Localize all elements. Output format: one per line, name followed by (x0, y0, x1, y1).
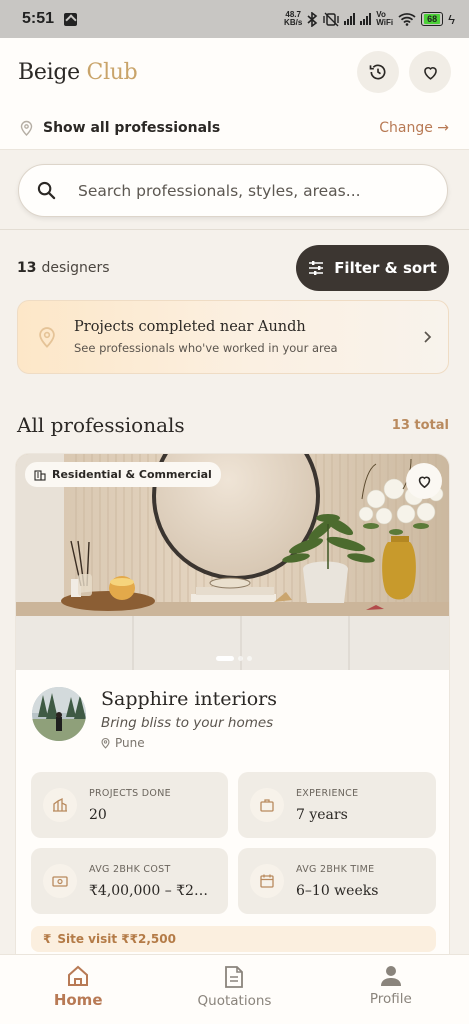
section-header: All professionals 13 total (17, 408, 449, 442)
promo-subtitle: See professionals who've worked in your … (74, 341, 338, 355)
search-input[interactable]: Search professionals, styles, areas... (18, 164, 448, 217)
avatar (32, 687, 86, 741)
status-bar: 5:51 48.7 KB/s Vo WiFi 68 ϟ (0, 0, 469, 38)
results-row: 13 designers Filter & sort (17, 244, 449, 292)
nearby-projects-banner[interactable]: Projects completed near Aundh See profes… (17, 300, 449, 374)
stat-label: AVG 2BHK COST (89, 863, 171, 875)
signal-icon-2 (360, 13, 372, 25)
heart-icon (423, 66, 437, 80)
professional-card[interactable]: Residential & Commercial Sapphire interi… (15, 453, 450, 973)
professional-info: Sapphire interiors Bring bliss to your h… (32, 687, 437, 757)
status-time: 5:51 (22, 10, 55, 27)
stat-value: 6–10 weeks (296, 882, 379, 899)
promo-title: Projects completed near Aundh (74, 319, 306, 335)
stat-projects: PROJECTS DONE 20 (31, 772, 228, 838)
professional-name[interactable]: Sapphire interiors (101, 687, 277, 711)
image-pager-dots (16, 656, 449, 661)
card-favorite-button[interactable] (406, 463, 442, 499)
nav-profile[interactable]: Profile (313, 955, 469, 1024)
stat-value: 20 (89, 806, 107, 823)
nav-home[interactable]: Home (0, 955, 156, 1024)
pager-dot (246, 656, 252, 661)
briefcase-icon (260, 799, 274, 812)
signal-icon (344, 13, 356, 25)
net-speed-unit: KB/s (284, 18, 303, 27)
brand-part1: Beige (18, 59, 80, 85)
location-bar: Show all professionals Change → (0, 106, 469, 150)
nav-profile-label: Profile (369, 991, 412, 1007)
person-icon (380, 966, 401, 986)
site-visit-label: Site visit ₹₹2,500 (57, 932, 176, 946)
battery-level: 68 (424, 14, 441, 24)
site-visit-badge: ₹ Site visit ₹₹2,500 (31, 926, 436, 952)
filter-sort-label: Filter & sort (334, 259, 437, 277)
app-header: Beige Club (0, 38, 469, 106)
section-title: All professionals (17, 413, 185, 437)
stat-value: ₹4,00,000 – ₹20,... (89, 882, 216, 899)
location-pin-icon (39, 327, 55, 348)
screenshot-icon (64, 12, 78, 26)
stat-value: 7 years (296, 806, 348, 823)
category-tag: Residential & Commercial (25, 462, 221, 487)
history-icon (369, 64, 386, 80)
avatar-photo (32, 687, 86, 741)
nav-home-label: Home (53, 991, 103, 1009)
search-section: Search professionals, styles, areas... (0, 150, 469, 230)
home-icon (68, 965, 89, 986)
nav-quotations-label: Quotations (197, 993, 272, 1009)
designer-count-label: designers (41, 260, 110, 276)
pager-dot (237, 656, 243, 661)
category-tag-label: Residential & Commercial (52, 468, 212, 481)
nav-quotations[interactable]: Quotations (156, 955, 312, 1024)
pager-dot-active (215, 656, 234, 661)
stat-label: AVG 2BHK TIME (296, 863, 375, 875)
brand-logo: Beige Club (18, 59, 138, 85)
rupee-icon: ₹ (43, 932, 52, 946)
section-total: 13 total (391, 417, 449, 433)
designer-count: 13 (17, 260, 37, 276)
document-icon (225, 966, 244, 988)
cash-icon (52, 876, 68, 887)
chevron-right-icon (424, 331, 432, 343)
net-speed: 48.7 KB/s (284, 11, 302, 27)
change-location-link[interactable]: Change → (379, 120, 449, 136)
wifi-icon (398, 13, 416, 26)
history-button[interactable] (357, 51, 399, 93)
battery-icon: 68 (421, 12, 444, 26)
search-placeholder: Search professionals, styles, areas... (78, 181, 361, 200)
professional-city: Pune (101, 736, 277, 750)
brand-part2: Club (86, 59, 138, 85)
charging-icon: ϟ (448, 11, 455, 27)
building-icon (34, 469, 46, 481)
professional-tagline: Bring bliss to your homes (101, 715, 274, 731)
vowifi-label: Vo WiFi (376, 11, 393, 27)
favorites-button[interactable] (409, 51, 451, 93)
filter-sort-button[interactable]: Filter & sort (296, 245, 449, 291)
bluetooth-icon (307, 11, 318, 27)
search-icon (37, 181, 56, 200)
calendar-icon (260, 874, 274, 888)
stat-avg-cost: AVG 2BHK COST ₹4,00,000 – ₹20,... (31, 848, 228, 914)
sliders-icon (309, 261, 324, 275)
city-label: Pune (115, 736, 145, 750)
stat-label: PROJECTS DONE (89, 787, 171, 799)
heart-icon (418, 476, 430, 488)
stat-avg-time: AVG 2BHK TIME 6–10 weeks (238, 848, 436, 914)
location-pin-icon (20, 120, 33, 136)
stat-experience: EXPERIENCE 7 years (238, 772, 436, 838)
status-icons: 48.7 KB/s Vo WiFi 68 ϟ (284, 11, 455, 27)
card-image[interactable]: Residential & Commercial (16, 454, 449, 670)
location-label: Show all professionals (43, 119, 221, 136)
stat-label: EXPERIENCE (296, 787, 359, 799)
projects-icon (53, 797, 67, 812)
vowifi-bottom: WiFi (376, 18, 394, 27)
location-pin-icon (101, 737, 110, 749)
stats-grid: PROJECTS DONE 20 EXPERIENCE 7 years AVG … (31, 772, 436, 914)
bottom-navigation: Home Quotations Profile (0, 954, 469, 1024)
vibrate-off-icon (323, 12, 339, 26)
